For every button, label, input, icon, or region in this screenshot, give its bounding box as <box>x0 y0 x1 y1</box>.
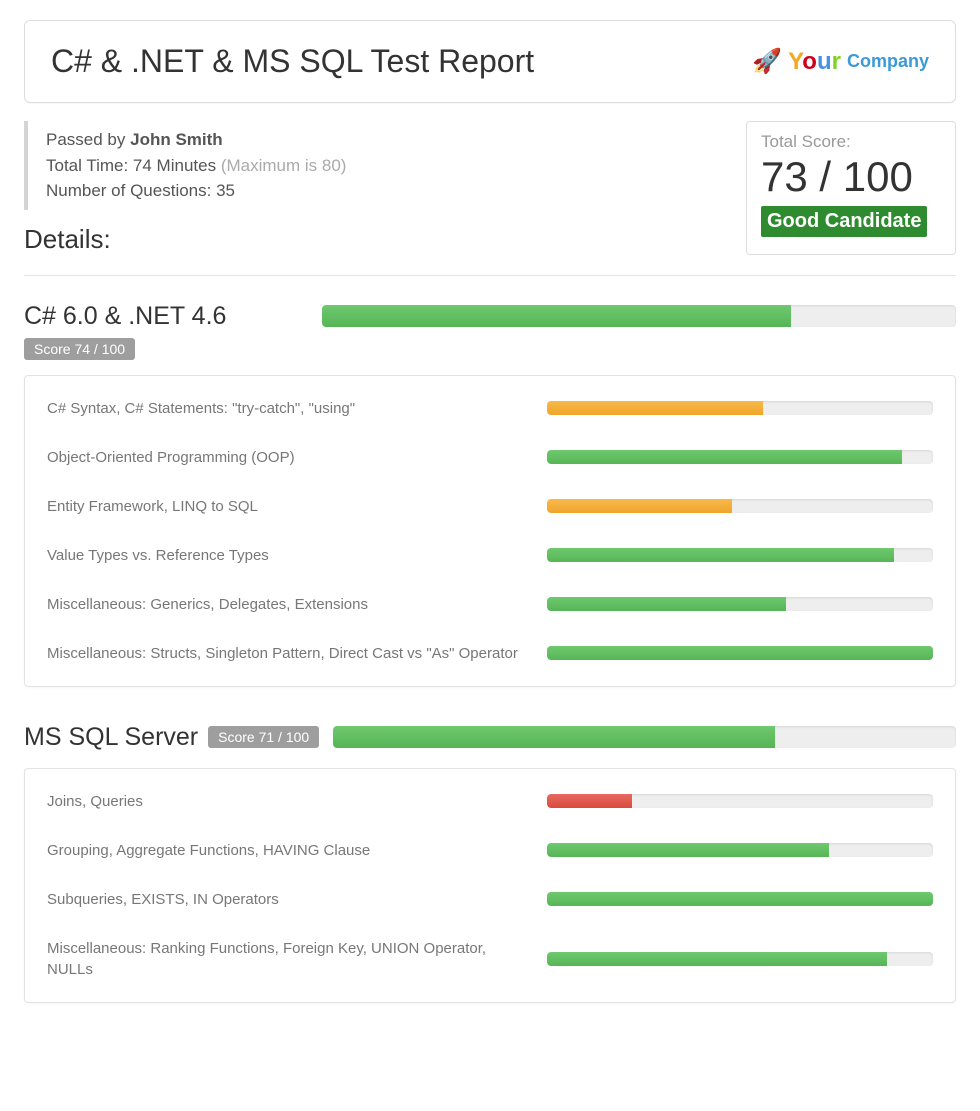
details-heading: Details: <box>24 224 726 255</box>
skill-label: Subqueries, EXISTS, IN Operators <box>47 889 527 910</box>
skill-progress-bar <box>547 794 933 808</box>
skill-progress-fill <box>547 892 933 906</box>
subsection-list: C# Syntax, C# Statements: "try-catch", "… <box>24 375 956 687</box>
logo-your: Your <box>788 48 841 76</box>
skill-progress-bar <box>547 892 933 906</box>
skill-progress-fill <box>547 548 894 562</box>
skill-progress-fill <box>547 794 632 808</box>
skill-progress-fill <box>547 499 732 513</box>
section-title: MS SQL Server <box>24 723 198 752</box>
skill-label: Miscellaneous: Generics, Delegates, Exte… <box>47 594 527 615</box>
logo-company: Company <box>847 51 929 72</box>
verdict-badge: Good Candidate <box>761 206 927 237</box>
skill-label: Entity Framework, LINQ to SQL <box>47 496 527 517</box>
skill-label: Miscellaneous: Structs, Singleton Patter… <box>47 643 527 664</box>
rocket-icon: 🚀 <box>752 47 782 76</box>
skill-row: Miscellaneous: Structs, Singleton Patter… <box>47 629 933 678</box>
skill-row: Subqueries, EXISTS, IN Operators <box>47 875 933 924</box>
skill-row: Miscellaneous: Ranking Functions, Foreig… <box>47 924 933 994</box>
skill-label: Object-Oriented Programming (OOP) <box>47 447 527 468</box>
skill-label: Grouping, Aggregate Functions, HAVING Cl… <box>47 840 527 861</box>
skill-progress-bar <box>547 401 933 415</box>
skill-row: C# Syntax, C# Statements: "try-catch", "… <box>47 384 933 433</box>
skill-label: Miscellaneous: Ranking Functions, Foreig… <box>47 938 527 980</box>
skill-row: Value Types vs. Reference Types <box>47 531 933 580</box>
section-progress-bar <box>322 305 956 327</box>
total-score-value: 73 / 100 <box>761 154 941 200</box>
total-score-box: Total Score: 73 / 100 Good Candidate <box>746 121 956 255</box>
company-logo: 🚀 Your Company <box>752 47 929 76</box>
section-progress-bar <box>333 726 956 748</box>
skill-progress-bar <box>547 646 933 660</box>
skill-progress-fill <box>547 646 933 660</box>
total-score-label: Total Score: <box>761 132 941 152</box>
skill-label: Value Types vs. Reference Types <box>47 545 527 566</box>
section-title: C# 6.0 & .NET 4.6 <box>24 302 304 331</box>
skill-progress-fill <box>547 597 786 611</box>
skill-progress-bar <box>547 548 933 562</box>
section-csharp: C# 6.0 & .NET 4.6 Score 74 / 100 C# Synt… <box>24 302 956 687</box>
skill-progress-fill <box>547 843 829 857</box>
skill-label: C# Syntax, C# Statements: "try-catch", "… <box>47 398 527 419</box>
section-score-chip: Score 74 / 100 <box>24 338 135 360</box>
skill-row: Miscellaneous: Generics, Delegates, Exte… <box>47 580 933 629</box>
total-time-line: Total Time: 74 Minutes (Maximum is 80) <box>46 153 726 179</box>
skill-progress-bar <box>547 499 933 513</box>
num-questions-line: Number of Questions: 35 <box>46 178 726 204</box>
skill-label: Joins, Queries <box>47 791 527 812</box>
report-title: C# & .NET & MS SQL Test Report <box>51 43 534 80</box>
skill-progress-fill <box>547 952 887 966</box>
section-progress-fill <box>333 726 775 748</box>
passed-by-line: Passed by John Smith <box>46 127 726 153</box>
section-mssql: MS SQL Server Score 71 / 100 Joins, Quer… <box>24 723 956 1003</box>
skill-progress-fill <box>547 401 763 415</box>
section-score-chip: Score 71 / 100 <box>208 726 319 748</box>
meta-row: Passed by John Smith Total Time: 74 Minu… <box>24 121 956 255</box>
report-header: C# & .NET & MS SQL Test Report 🚀 Your Co… <box>24 20 956 103</box>
skill-row: Joins, Queries <box>47 777 933 826</box>
skill-progress-bar <box>547 843 933 857</box>
skill-progress-bar <box>547 597 933 611</box>
skill-row: Entity Framework, LINQ to SQL <box>47 482 933 531</box>
skill-row: Object-Oriented Programming (OOP) <box>47 433 933 482</box>
skill-progress-bar <box>547 952 933 966</box>
skill-row: Grouping, Aggregate Functions, HAVING Cl… <box>47 826 933 875</box>
candidate-meta: Passed by John Smith Total Time: 74 Minu… <box>24 121 726 210</box>
subsection-list: Joins, Queries Grouping, Aggregate Functi… <box>24 768 956 1003</box>
divider <box>24 275 956 276</box>
section-progress-fill <box>322 305 791 327</box>
candidate-name: John Smith <box>130 130 223 149</box>
skill-progress-fill <box>547 450 902 464</box>
skill-progress-bar <box>547 450 933 464</box>
